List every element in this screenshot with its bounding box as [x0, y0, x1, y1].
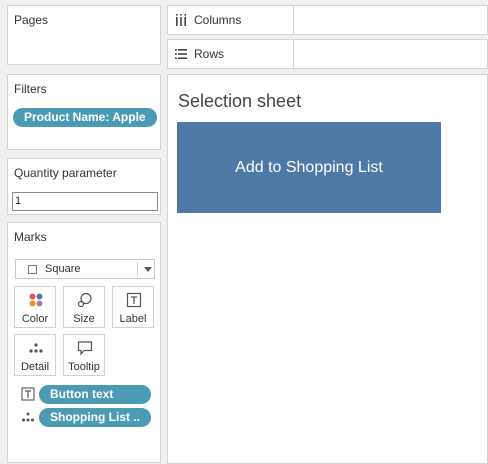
- quantity-parameter-card: Quantity parameter 1: [7, 158, 161, 215]
- detail-button-label: Detail: [20, 361, 50, 373]
- sheet-title: Selection sheet: [178, 91, 302, 111]
- marks-field-pill-button-text[interactable]: Button text: [39, 385, 151, 404]
- size-button-label: Size: [73, 313, 95, 325]
- size-button[interactable]: Size: [63, 286, 105, 328]
- add-to-shopping-list-button[interactable]: Add to Shopping List: [177, 122, 441, 213]
- color-icon: [29, 293, 43, 307]
- marks-title: Marks: [14, 230, 47, 244]
- text-icon: [21, 387, 35, 401]
- square-icon: [28, 265, 37, 274]
- rows-shelf[interactable]: Rows: [167, 39, 488, 69]
- color-button-label: Color: [21, 313, 49, 325]
- shelf-divider: [293, 40, 294, 68]
- chevron-down-icon[interactable]: [144, 267, 152, 272]
- mark-type-label: Square: [45, 263, 81, 275]
- columns-shelf[interactable]: Columns: [167, 5, 488, 35]
- label-icon: [126, 292, 142, 308]
- pages-card[interactable]: Pages: [7, 5, 161, 65]
- dropdown-divider: [137, 262, 138, 276]
- marks-field-pill-shopping-list[interactable]: Shopping List ..: [39, 408, 151, 427]
- detail-icon: [22, 412, 34, 422]
- tooltip-button-label: Tooltip: [68, 361, 100, 373]
- label-button-label: Label: [119, 313, 147, 325]
- columns-icon: [176, 14, 186, 26]
- label-button[interactable]: Label: [112, 286, 154, 328]
- detail-button[interactable]: Detail: [14, 334, 56, 376]
- detail-icon: [29, 343, 43, 353]
- pages-title: Pages: [14, 13, 49, 27]
- marks-card: Marks Square Color Size Label Detail Too…: [7, 222, 161, 463]
- filters-title: Filters: [14, 82, 47, 96]
- worksheet-view: Selection sheet Add to Shopping List: [167, 74, 488, 464]
- filters-card[interactable]: Filters Product Name: Apple: [7, 74, 161, 150]
- quantity-parameter-title: Quantity parameter: [14, 166, 117, 180]
- filter-pill-product-name[interactable]: Product Name: Apple: [13, 108, 157, 127]
- top-strip: [0, 0, 488, 4]
- size-icon: [77, 292, 92, 308]
- mark-type-dropdown[interactable]: Square: [15, 259, 155, 279]
- quantity-parameter-input[interactable]: 1: [12, 192, 158, 211]
- shelf-divider: [293, 6, 294, 34]
- rows-icon: [175, 49, 187, 59]
- rows-label: Rows: [194, 47, 225, 61]
- tooltip-button[interactable]: Tooltip: [63, 334, 105, 376]
- color-button[interactable]: Color: [14, 286, 56, 328]
- tooltip-icon: [77, 341, 93, 356]
- columns-label: Columns: [194, 13, 242, 27]
